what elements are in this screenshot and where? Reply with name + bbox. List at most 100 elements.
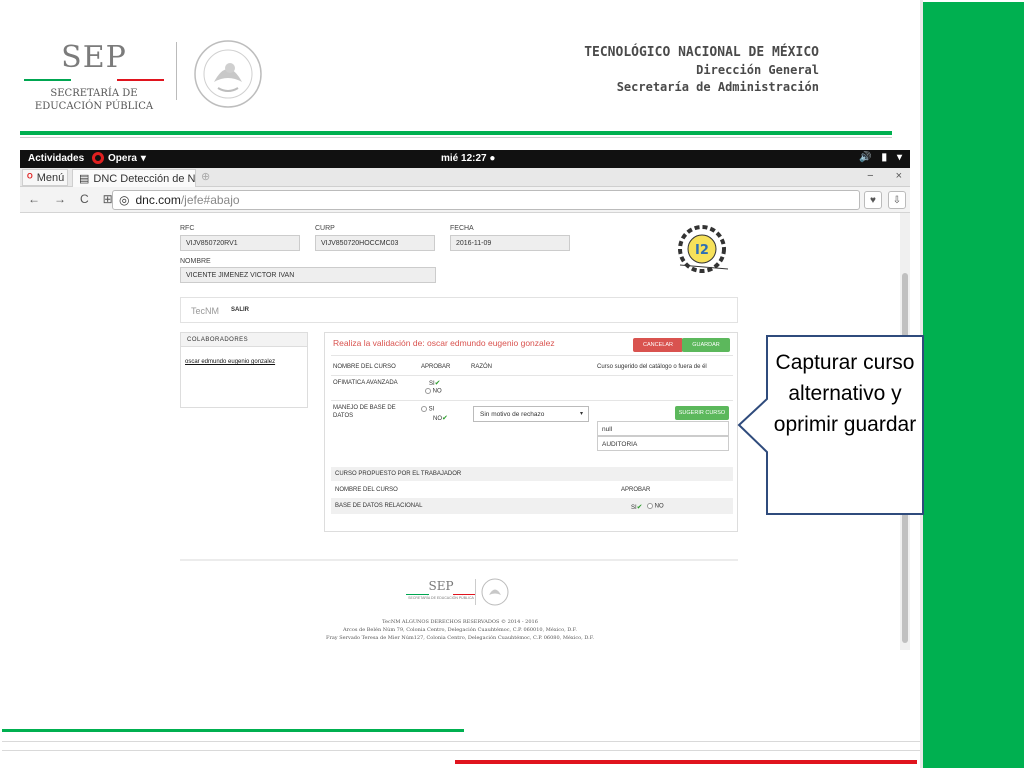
row1-no-option[interactable]: NO [425, 388, 442, 395]
save-button[interactable]: GUARDAR [682, 338, 730, 352]
window-controls: − × [867, 170, 902, 182]
tab-dnc[interactable]: ▤ DNC Detección de N ✕ [72, 169, 196, 187]
curp-label: CURP [315, 225, 335, 232]
caret-down-icon: ▾ [140, 152, 146, 164]
nombre-field[interactable]: VICENTE JIMENEZ VICTOR IVAN [180, 267, 436, 283]
address-bar-row: ← → C ⊞ ◎ dnc.com /jefe#abajo ♥ ⇩ [20, 187, 910, 213]
direction-name: Dirección General [696, 63, 819, 77]
collaborators-panel: COLABORADORES oscar edmundo eugenio gonz… [180, 332, 308, 408]
activities-button[interactable]: Actividades [28, 153, 84, 164]
col-approve-header: APROBAR [421, 364, 451, 370]
cancel-button[interactable]: CANCELAR [633, 338, 683, 352]
suggest-course-button[interactable]: SUGERIR CURSO [675, 406, 729, 420]
proposed-col-approve: APROBAR [621, 487, 651, 493]
header-green-rule [20, 131, 892, 135]
url-input[interactable]: ◎ dnc.com /jefe#abajo [112, 190, 860, 210]
page-divider [180, 559, 738, 561]
row2-course-line2: DATOS [333, 413, 354, 419]
footer-divider [475, 579, 476, 605]
footer-sep-logo: SEP SECRETARÍA DE EDUCACIÓN PÚBLICA [406, 579, 476, 600]
proposed-header: CURSO PROPUESTO POR EL TRABAJADOR [331, 467, 733, 481]
footer-address2: Fray Servado Teresa de Mier Núm127, Colo… [325, 635, 595, 641]
opera-app-menu[interactable]: Opera ▾ [92, 152, 146, 164]
rfc-field[interactable]: VIJV850720RV1 [180, 235, 300, 251]
tech-institute-logo-icon: I2 [678, 225, 729, 273]
reload-icon[interactable]: C [80, 192, 89, 206]
page-icon: ▤ [79, 173, 90, 185]
nombre-label: NOMBRE [180, 258, 211, 265]
sep-logo: SEP SECRETARÍA DE EDUCACIÓN PÚBLICA [24, 40, 165, 113]
secretariat-name: Secretaría de Administración [616, 80, 819, 94]
tab-bar: ᴼ Menú ▤ DNC Detección de N ✕ ⊕ − × [20, 168, 910, 187]
tab-dnc-label: DNC Detección de N [93, 172, 196, 185]
opera-icon [92, 152, 104, 164]
rfc-label: RFC [180, 225, 195, 232]
opera-menu-icon: ᴼ [27, 171, 33, 184]
suggested-course-input[interactable]: AUDITORIA [597, 436, 729, 451]
callout-text: Capturar curso alternativo y oprimir gua… [773, 351, 917, 436]
header-divider [176, 42, 177, 100]
sep-logo-word: SEP [61, 40, 127, 75]
caret-down-icon: ▾ [579, 411, 583, 417]
system-tray[interactable]: 🔊 ▮ ▾ [859, 152, 902, 163]
reason-select[interactable]: Sin motivo de rechazo ▾ [473, 406, 589, 422]
footer-text: TecNM ALGUNOS DERECHOS RESERVADOS © 2014… [280, 618, 640, 642]
nav-buttons: ← → C ⊞ [28, 192, 113, 206]
opera-menu-tab[interactable]: ᴼ Menú [22, 169, 68, 186]
download-icon[interactable]: ⇩ [888, 191, 906, 209]
os-clock[interactable]: mié 12:27 ● [441, 153, 495, 164]
row-divider [331, 375, 733, 376]
check-icon: ✔ [434, 380, 441, 387]
reason-select-value: Sin motivo de rechazo [480, 411, 545, 418]
radio-icon [421, 406, 427, 412]
proposed-yes-option[interactable]: SI✔ [631, 503, 643, 511]
row-divider [331, 400, 733, 401]
dot-icon: ● [489, 153, 496, 164]
row2-no-option[interactable]: NO✔ [433, 414, 448, 422]
col-course-header: NOMBRE DEL CURSO [333, 364, 396, 370]
sep-tricolor-line [24, 79, 165, 81]
right-green-band [920, 0, 1024, 768]
row1-yes-option[interactable]: SI✔ [429, 379, 441, 387]
fecha-field[interactable]: 2016-11-09 [450, 235, 570, 251]
footer-address1: Arcos de Belén Núm 79, Colonia Centro, D… [343, 627, 577, 633]
check-icon: ✔ [636, 504, 643, 511]
panel-divider [331, 355, 733, 356]
band-green [923, 2, 1024, 768]
opera-label: Opera [108, 152, 137, 164]
new-tab-icon[interactable]: ⊕ [201, 170, 210, 183]
os-top-bar: Actividades Opera ▾ mié 12:27 ● 🔊 ▮ ▾ [20, 150, 910, 168]
logout-link[interactable]: SALIR [231, 307, 249, 313]
radio-icon [647, 503, 653, 509]
radio-icon [425, 388, 431, 394]
suggested-null-field[interactable]: null [597, 421, 729, 436]
col-suggested-header: Curso sugerido del catálogo o fuera de é… [597, 364, 707, 370]
bottom-gray-line-1 [2, 741, 920, 742]
proposed-no-option[interactable]: NO [647, 503, 664, 510]
battery-icon: ▮ [881, 152, 887, 163]
validation-panel: Realiza la validación de: oscar edmundo … [324, 332, 738, 532]
bottom-red-line [455, 760, 917, 764]
fecha-label: FECHA [450, 225, 474, 232]
sep-logo-sub1: SECRETARÍA DE [50, 88, 138, 99]
tray-caret-icon: ▾ [896, 152, 902, 163]
navbar-brand[interactable]: TecNM [191, 306, 219, 316]
close-window-icon[interactable]: × [896, 170, 902, 182]
menu-tab-label: Menú [36, 171, 65, 184]
row1-course: OFIMATICA AVANZADA [333, 380, 398, 386]
row2-yes-option[interactable]: SI [421, 406, 434, 413]
bottom-green-line [2, 729, 464, 732]
forward-icon[interactable]: → [54, 192, 66, 206]
footer-sep-word: SEP [428, 579, 454, 593]
url-path: /jefe#abajo [180, 193, 240, 207]
heart-icon[interactable]: ♥ [864, 191, 882, 209]
header-gray-rule [20, 137, 892, 138]
scrollbar-thumb[interactable] [902, 273, 908, 643]
footer-tricolor-line [406, 594, 476, 595]
curp-field[interactable]: VIJV850720HOCCMC03 [315, 235, 435, 251]
footer-copyright: TecNM ALGUNOS DERECHOS RESERVADOS © 2014… [382, 619, 538, 625]
minimize-icon[interactable]: − [867, 170, 873, 182]
back-icon[interactable]: ← [28, 192, 40, 206]
collaborator-link[interactable]: oscar edmundo eugenio gonzalez [185, 359, 275, 365]
site-info-icon[interactable]: ◎ [119, 193, 129, 207]
